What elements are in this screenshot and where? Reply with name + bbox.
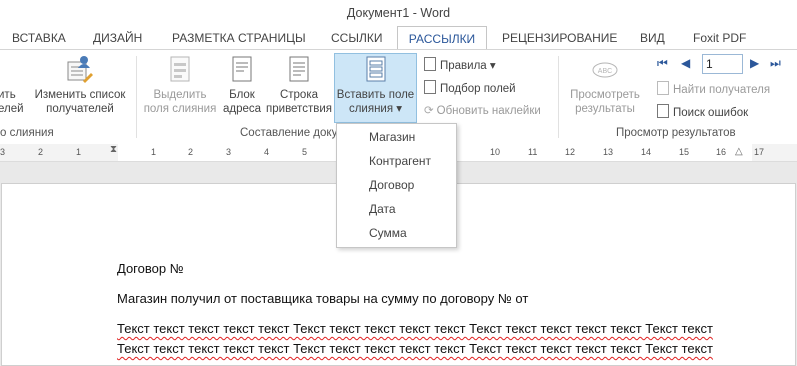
menu-item-store[interactable]: Магазин [369,130,415,144]
last-record-icon[interactable]: ⏭ [770,56,781,71]
ruler-number: 1 [151,147,157,157]
indent-marker-icon[interactable]: ⧗ [110,144,117,155]
greeting-line-button[interactable]: Строка приветствия [264,54,334,116]
menu-item-date[interactable]: Дата [369,202,396,216]
partial-label-1: ить [0,89,16,101]
previous-record-icon[interactable]: ◀ [681,56,690,70]
rules-button[interactable]: Правила ▾ [424,57,496,72]
find-recipient-label: Найти получателя [673,84,771,96]
address-block-label-1: Блок [229,89,255,101]
greeting-line-icon [289,56,309,82]
insert-merge-field-icon [366,56,385,82]
tab-design[interactable]: ДИЗАЙН [93,31,142,45]
group-label-start-merge: о слияния [0,127,54,139]
check-errors-label: Поиск ошибок [673,107,749,119]
ruler-number: 5 [302,147,308,157]
recipients-list-icon [67,56,93,83]
address-block-icon [232,56,252,82]
menu-item-amount[interactable]: Сумма [369,226,407,240]
menu-item-contract[interactable]: Договор [369,178,414,192]
ruler-number: 1 [76,147,82,157]
partial-label-2: елей [0,103,24,115]
tab-insert[interactable]: ВСТАВКА [12,31,66,45]
document-line-1: Договор № [117,261,184,276]
check-errors-icon [657,104,669,118]
check-errors-button[interactable]: Поиск ошибок [657,104,748,119]
highlight-merge-fields-button[interactable]: Выделить поля слияния [138,54,222,116]
match-fields-icon [424,80,436,94]
greeting-line-label-2: приветствия [266,103,332,115]
highlight-fields-label-2: поля слияния [143,103,217,115]
ruler-number: 13 [603,147,614,157]
ruler-number: 3 [0,147,6,157]
edit-recipient-list-button[interactable]: Изменить список получателей [30,54,130,116]
update-labels-button[interactable]: ⟳ Обновить наклейки [424,103,541,117]
tab-mailings[interactable]: РАССЫЛКИ [397,26,487,50]
ruler-number: 2 [38,147,44,157]
document-line-3: Текст текст текст текст текст Текст текс… [117,321,713,336]
ruler-number: 4 [264,147,270,157]
ruler-number: 10 [490,147,501,157]
first-record-icon[interactable]: ⏮ [657,56,668,71]
highlight-fields-icon [170,56,190,82]
document-line-4: Текст текст текст текст текст Текст текс… [117,341,713,356]
svg-text:ABC: ABC [598,68,612,75]
title-bar: Документ1 - Word [0,0,797,26]
edit-recipient-label-2: получателей [46,103,114,115]
document-line-2: Магазин получил от поставщика товары на … [117,291,529,306]
preview-results-icon: ABC [592,62,618,78]
window-title: Документ1 - Word [346,6,451,20]
ruler-number: 14 [641,147,652,157]
right-indent-marker-icon[interactable]: △ [735,146,743,157]
match-fields-label: Подбор полей [440,83,516,95]
ruler-number: 3 [226,147,232,157]
tab-references[interactable]: ССЫЛКИ [331,31,382,45]
preview-results-button[interactable]: ABC Просмотреть результаты [562,54,648,116]
tab-layout[interactable]: РАЗМЕТКА СТРАНИЦЫ [172,31,306,45]
find-recipient-icon [657,81,669,95]
greeting-line-label-1: Строка [279,89,319,101]
insert-merge-field-menu: Магазин Контрагент Договор Дата Сумма [336,123,457,248]
address-block-label-2: адреса [222,103,262,115]
ruler-number: 11 [528,147,538,157]
ruler-number: 12 [565,147,576,157]
group-label-preview: Просмотр результатов [616,127,736,139]
tab-view[interactable]: ВИД [640,31,665,45]
preview-results-label-2: результаты [575,103,635,115]
update-labels-label: Обновить наклейки [436,105,541,117]
ruler-number: 16 [716,147,727,157]
rules-icon [424,57,436,71]
ruler-number: 2 [188,147,194,157]
ruler-number: 15 [679,147,690,157]
insert-merge-field-label-2: слияния ▾ [348,103,403,115]
group-label-compose: Составление доку [240,127,338,139]
group-separator [136,56,137,138]
start-merge-partial-button[interactable]: ить елей [0,54,24,116]
rules-label: Правила ▾ [440,60,496,72]
highlight-fields-label-1: Выделить [153,89,207,101]
tab-foxit-pdf[interactable]: Foxit PDF [693,31,746,45]
next-record-icon[interactable]: ▶ [750,56,759,70]
insert-merge-field-button[interactable]: Вставить поле слияния ▾ [334,54,417,116]
find-recipient-button[interactable]: Найти получателя [657,81,770,96]
ribbon-tabs: ВСТАВКА ДИЗАЙН РАЗМЕТКА СТРАНИЦЫ ССЫЛКИ … [0,26,797,50]
match-fields-button[interactable]: Подбор полей [424,80,516,95]
menu-item-counterparty[interactable]: Контрагент [369,154,431,168]
refresh-icon: ⟳ [424,105,434,117]
insert-merge-field-label-1: Вставить поле [336,89,415,101]
tab-review[interactable]: РЕЦЕНЗИРОВАНИЕ [502,31,617,45]
address-block-button[interactable]: Блок адреса [220,54,264,116]
ruler-number: 17 [754,147,765,157]
edit-recipient-label-1: Изменить список [34,89,126,101]
preview-results-label-1: Просмотреть [570,89,640,101]
record-number-input[interactable]: 1 [702,54,743,74]
group-separator [558,56,559,138]
